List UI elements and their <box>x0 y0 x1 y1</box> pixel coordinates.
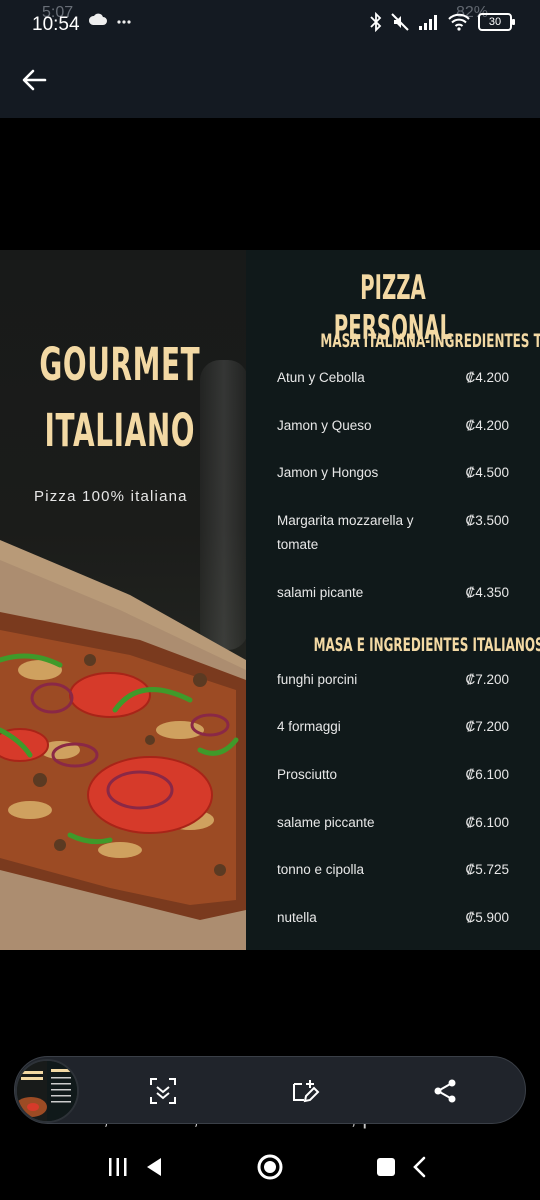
menu-item-name: 4 formaggi <box>277 719 341 734</box>
brand-title: GOURMET ITALIANO <box>20 332 220 464</box>
menu-item: funghi porcini ₡7.200 <box>277 668 509 692</box>
menu-item-price: ₡4.200 <box>465 370 509 385</box>
signal-icon <box>419 15 437 30</box>
menu-item-name: Jamon y Hongos <box>277 465 379 480</box>
image-thumbnail[interactable] <box>15 1059 79 1123</box>
home-icon <box>257 1154 283 1180</box>
battery-icon: 30 <box>478 13 515 31</box>
square-icon <box>377 1158 395 1176</box>
recents-icon <box>109 1158 127 1176</box>
recents-button[interactable] <box>98 1152 138 1182</box>
back-button[interactable] <box>14 60 54 100</box>
back-triangle-icon <box>147 1158 161 1176</box>
share-icon <box>434 1079 456 1103</box>
edit-image-icon <box>293 1080 320 1103</box>
mute-icon <box>391 13 409 31</box>
menu-item-name: nutella <box>277 910 317 925</box>
menu-item-name: Margarita mozzarella y tomate <box>277 513 414 552</box>
image-action-toolbar <box>14 1056 526 1124</box>
home-button[interactable] <box>250 1152 290 1182</box>
system-nav-bar <box>0 1130 540 1200</box>
top-app-bar: 5:07 10:54 82% 30 <box>0 0 540 118</box>
thumbnail-preview <box>17 1061 77 1121</box>
cloud-icon <box>88 13 107 25</box>
menu-item-name: Jamon y Queso <box>277 418 372 433</box>
menu-item: Atun y Cebolla ₡4.200 <box>277 366 509 390</box>
share-button[interactable] <box>425 1071 465 1111</box>
menu-item-price: ₡6.100 <box>465 815 509 830</box>
menu-item-name: salami picante <box>277 585 364 600</box>
back-nav-button[interactable] <box>134 1152 174 1182</box>
pizza-photo <box>0 540 246 950</box>
menu-item-price: ₡5.725 <box>465 862 509 877</box>
menu-item: Margarita mozzarella y tomate ₡3.500 <box>277 509 509 557</box>
section-title-2: MASA E INGREDIENTES ITALIANOS <box>246 634 540 656</box>
section-title-1-text: MASA ITALIANA-INGREDIENTES TICOS <box>320 330 540 352</box>
menu-item: tonno e cipolla ₡5.725 <box>277 858 509 882</box>
brand-title-line2: ITALIANO <box>44 404 196 457</box>
status-time: 10:54 <box>32 14 80 35</box>
edit-image-button[interactable] <box>285 1071 325 1111</box>
brand-title-line1: GOURMET <box>39 338 201 391</box>
notification-icons <box>88 12 132 31</box>
menu-item: Jamon y Hongos ₡4.500 <box>277 461 509 485</box>
menu-item: 4 formaggi ₡7.200 <box>277 715 509 739</box>
menu-item-price: ₡4.350 <box>465 585 509 600</box>
menu-item: Prosciutto ₡6.100 <box>277 763 509 787</box>
brand-subtitle: Pizza 100% italiana <box>34 488 188 505</box>
arrow-left-icon <box>22 69 47 91</box>
menu-item-name: Prosciutto <box>277 767 338 782</box>
menu-item-price: ₡4.500 <box>465 465 509 480</box>
menu-item-price: ₡6.100 <box>465 767 509 782</box>
menu-image[interactable]: GOURMET ITALIANO Pizza 100% italiana PIZ… <box>0 250 540 950</box>
menu-item-name: tonno e cipolla <box>277 862 365 877</box>
menu-item-price: ₡4.200 <box>465 418 509 433</box>
menu-item: Jamon y Queso ₡4.200 <box>277 414 509 438</box>
menu-item: salame piccante ₡6.100 <box>277 811 509 835</box>
dots-icon <box>117 20 132 24</box>
wifi-icon <box>448 13 470 31</box>
section-title-1: MASA ITALIANA-INGREDIENTES TICOS <box>246 330 540 352</box>
chevron-back-button[interactable] <box>400 1152 440 1182</box>
menu-item-price: ₡7.200 <box>465 719 509 734</box>
scan-button[interactable] <box>143 1071 183 1111</box>
menu-item: nutella ₡5.900 <box>277 906 509 930</box>
chevron-back-icon <box>413 1156 426 1178</box>
menu-item-name: salame piccante <box>277 815 375 830</box>
menu-item-name: Atun y Cebolla <box>277 370 365 385</box>
image-left-panel: GOURMET ITALIANO Pizza 100% italiana <box>0 250 248 950</box>
menu-item-name: funghi porcini <box>277 672 358 687</box>
status-icons-right: 30 <box>370 12 515 32</box>
bluetooth-icon <box>370 12 382 32</box>
image-right-panel: PIZZA PERSONAL MASA ITALIANA-INGREDIENTE… <box>246 250 540 950</box>
scan-icon <box>150 1078 176 1104</box>
menu-item-price: ₡3.500 <box>465 513 509 528</box>
menu-item-price: ₡7.200 <box>465 672 509 687</box>
section-title-2-text: MASA E INGREDIENTES ITALIANOS <box>313 634 540 656</box>
menu-item: salami picante ₡4.350 <box>277 581 509 605</box>
menu-item-price: ₡5.900 <box>465 910 509 925</box>
